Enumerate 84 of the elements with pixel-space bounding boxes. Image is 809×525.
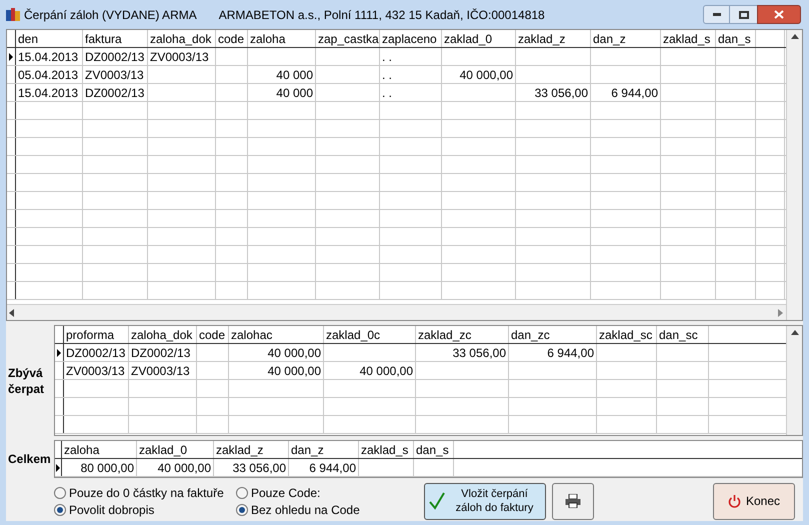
column-header: dan_s	[718, 30, 751, 47]
radio-button[interactable]	[236, 486, 248, 498]
table-cell-text: DZ0002/13	[85, 84, 144, 101]
column-header: zaklad_zc	[418, 326, 472, 343]
column-header: zap_castka	[318, 30, 379, 47]
table-cell-text: DZ0002/13	[85, 48, 144, 65]
power-icon	[728, 494, 741, 508]
table-cell-text: 40 000,00	[158, 460, 211, 476]
column-header: proforma	[66, 326, 114, 343]
maximize-button[interactable]	[730, 5, 757, 24]
table-cell-text: ZV0003/13	[66, 362, 125, 379]
column-header: code	[199, 326, 226, 343]
table-cell-text: 15.04.2013	[18, 48, 78, 65]
column-header: zaklad_0	[444, 30, 492, 47]
radio-label: Pouze Code:	[251, 484, 320, 502]
printer-icon	[565, 494, 581, 508]
column-header: zaklad_0c	[326, 326, 380, 343]
column-header: dan_s	[416, 442, 449, 458]
column-header: zaklad_z	[518, 30, 566, 47]
column-header: dan_z	[291, 442, 324, 458]
table-cell-text: 40 000	[276, 84, 313, 101]
radio-button[interactable]	[54, 504, 66, 516]
table-cell-text: DZ0002/13	[131, 344, 190, 361]
column-header: zaloha_dok	[150, 30, 212, 47]
table-cell-text: 6 944,00	[547, 344, 594, 361]
minimize-button[interactable]	[703, 5, 730, 24]
window-subtitle: ARMABETON a.s., Polní 1111, 432 15 Kadaň, IČO:00014818	[218, 6, 545, 24]
table-cell-text: 40 000,00	[268, 362, 321, 379]
column-header: zaloha_dok	[131, 326, 192, 343]
scroll-up-icon[interactable]	[790, 34, 798, 39]
table-cell-text: 40 000,00	[268, 344, 321, 361]
table-cell-text: ZV0003/13	[131, 362, 190, 379]
scroll-left-icon[interactable]	[9, 308, 15, 316]
table-cell-text: DZ0002/13	[66, 344, 126, 361]
column-header: zaklad_0	[139, 442, 188, 458]
table-cell-text: 05.04.2013	[18, 66, 78, 83]
table-cell-text: 6 944,00	[611, 84, 658, 101]
table-cell-text: 33 056,00	[452, 344, 506, 361]
checkmark-icon	[429, 492, 445, 510]
table-cell-text: . .	[382, 84, 392, 101]
section-label: Celkem	[7, 451, 51, 468]
column-header: zalohac	[231, 326, 272, 343]
table-cell-text: 15.04.2013	[18, 84, 78, 101]
window-title: Čerpání záloh (VYDANE) ARMA	[24, 6, 197, 24]
close-icon	[774, 10, 784, 19]
section-label: Zbývá čerpat	[7, 364, 46, 396]
radio-button[interactable]	[236, 504, 248, 516]
table-cell-text: 40 000,00	[360, 362, 413, 379]
radio-label: Povolit dobropis	[69, 502, 154, 518]
insert-button[interactable]: Vložit čerpání záloh do faktury	[424, 482, 546, 520]
table-cell-text: 40 000	[276, 66, 313, 83]
minimize-icon	[712, 13, 720, 16]
table-cell-text: 6 944,00	[309, 460, 356, 476]
column-header: zaloha	[250, 30, 286, 47]
column-header: den	[18, 30, 38, 47]
radio-label: Bez ohledu na Code	[251, 502, 360, 518]
close-button[interactable]: Konec	[713, 482, 795, 520]
column-header: dan_z	[593, 30, 626, 47]
table-cell-text: ZV0003/13	[150, 48, 209, 65]
column-header: zaloha	[64, 442, 100, 458]
close-button[interactable]	[757, 5, 801, 24]
radio-button[interactable]	[54, 486, 66, 498]
scroll-up-icon[interactable]	[790, 330, 798, 335]
table-cell-text: 33 056,00	[232, 460, 286, 476]
column-header: zaklad_z	[216, 442, 264, 458]
scroll-right-icon[interactable]	[778, 308, 784, 316]
table-cell-text: . .	[382, 48, 392, 65]
table-cell-text: 80 000,00	[80, 460, 134, 476]
column-header: dan_zc	[511, 326, 550, 343]
column-header: zaklad_s	[361, 442, 408, 458]
table-cell-text: 40 000,00	[460, 66, 513, 83]
table-cell-text: . .	[382, 66, 392, 83]
column-header: faktura	[85, 30, 122, 47]
print-button[interactable]	[552, 482, 594, 520]
app-icon	[6, 8, 20, 22]
column-header: code	[218, 30, 244, 47]
table-cell-text: 33 056,00	[534, 84, 588, 101]
column-header: zaplaceno	[382, 30, 437, 47]
column-header: zaklad_sc	[599, 326, 652, 343]
table-cell-text: ZV0003/13	[85, 66, 144, 83]
radio-label: Pouze do 0 částky na faktuře	[69, 484, 224, 502]
maximize-icon	[738, 10, 748, 18]
column-header: zaklad_s	[663, 30, 710, 47]
column-header: dan_sc	[659, 326, 698, 343]
